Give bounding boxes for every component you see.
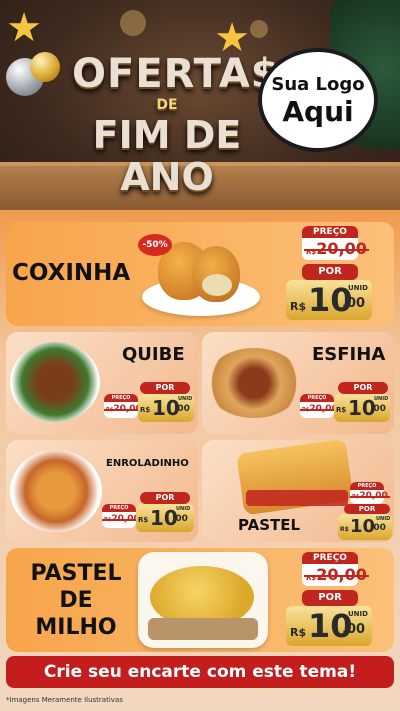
basket bbox=[148, 618, 258, 640]
preco-label: PREÇO bbox=[302, 552, 358, 564]
logo-placeholder: Sua Logo Aqui bbox=[258, 48, 378, 152]
enroladinho-image bbox=[10, 450, 102, 532]
preco-label: PREÇO bbox=[350, 482, 384, 490]
unid-label: UNID bbox=[176, 506, 191, 512]
header-banner: ★ ★ OFERTA$ DE FIM DE ANO Sua Logo Aqui bbox=[0, 0, 400, 210]
quibe-image bbox=[10, 342, 100, 422]
por-label: POR bbox=[338, 382, 388, 394]
title-line-3: FIM DE ANO bbox=[92, 113, 242, 199]
new-price-dec: ,00 bbox=[174, 404, 190, 414]
unid-label: UNID bbox=[178, 396, 193, 402]
currency: R$ bbox=[138, 516, 149, 524]
por-label: POR bbox=[302, 264, 358, 280]
product-card-coxinha[interactable]: COXINHA PREÇO R$20,00 POR R$ 10 ,00 UNID bbox=[6, 222, 394, 326]
old-price: R$20,00 bbox=[350, 491, 390, 501]
old-price-tag: PREÇO R$20,00 bbox=[300, 394, 340, 418]
currency: R$ bbox=[290, 626, 307, 639]
new-price-dec: ,00 bbox=[342, 622, 366, 637]
product-card-enroladinho[interactable]: ENROLADINHO POR PREÇO R$20,00 R$ 10 ,00 … bbox=[6, 440, 198, 542]
new-price-tag: R$ 10 ,00 UNID bbox=[334, 394, 390, 422]
title-line-2: DE bbox=[156, 97, 178, 113]
new-price-dec: ,00 bbox=[342, 296, 366, 311]
product-name: ENROLADINHO bbox=[106, 458, 189, 469]
old-price-value: 20,00 bbox=[359, 491, 388, 501]
footnote: *Imagens Meramente Ilustrativas bbox=[6, 696, 123, 704]
cta-banner[interactable]: Crie seu encarte com este tema! bbox=[6, 656, 394, 688]
logo-line-2: Aqui bbox=[282, 95, 354, 128]
discount-badge: -50% bbox=[138, 234, 172, 256]
preco-label: PREÇO bbox=[104, 394, 138, 402]
preco-label: PREÇO bbox=[102, 504, 136, 512]
currency: R$ bbox=[290, 300, 307, 313]
old-price: R$20,00 bbox=[304, 239, 369, 258]
old-price: R$20,00 bbox=[102, 514, 142, 524]
product-card-pastel[interactable]: PASTEL PREÇO R$20,00 POR R$ 10 ,00 UNID bbox=[202, 438, 394, 542]
preco-label: PREÇO bbox=[302, 226, 358, 238]
new-price-tag: R$ 10 ,00 UNID bbox=[338, 514, 392, 540]
basket bbox=[246, 490, 348, 506]
por-label: POR bbox=[344, 504, 390, 514]
unid-label: UNID bbox=[376, 516, 391, 522]
old-price-value: 20,00 bbox=[316, 239, 367, 258]
old-price-tag: PREÇO R$20,00 bbox=[350, 482, 390, 504]
por-label: POR bbox=[140, 382, 190, 394]
bokeh-light bbox=[250, 20, 268, 38]
new-price-dec: ,00 bbox=[370, 523, 386, 533]
currency: R$ bbox=[306, 574, 317, 582]
new-price-dec: ,00 bbox=[172, 514, 188, 524]
star-icon: ★ bbox=[6, 5, 42, 51]
currency: R$ bbox=[306, 248, 317, 256]
ornament-gold bbox=[30, 52, 60, 82]
page-title: OFERTA$ DE FIM DE ANO bbox=[72, 51, 280, 199]
logo-line-1: Sua Logo bbox=[271, 74, 365, 95]
por-label: POR bbox=[140, 492, 190, 504]
product-card-esfiha[interactable]: ESFIHA POR PREÇO R$20,00 R$ 10 ,00 UNID bbox=[202, 332, 394, 434]
old-price: R$20,00 bbox=[304, 565, 369, 584]
product-name-line-3: MILHO bbox=[35, 615, 117, 640]
old-price-value: 20,00 bbox=[316, 565, 367, 584]
product-name: ESFIHA bbox=[312, 344, 386, 365]
coxinha-filling bbox=[202, 274, 232, 296]
bokeh-light bbox=[120, 10, 146, 36]
currency: R$ bbox=[340, 526, 349, 533]
old-price-tag: PREÇO R$20,00 bbox=[302, 226, 369, 260]
unid-label: UNID bbox=[374, 396, 389, 402]
unid-label: UNID bbox=[348, 284, 368, 292]
new-price-tag: R$ 10 ,00 UNID bbox=[136, 504, 194, 532]
product-name-line-1: PASTEL bbox=[30, 561, 122, 586]
old-price-tag: PREÇO R$20,00 bbox=[102, 504, 142, 528]
product-card-quibe[interactable]: QUIBE POR PREÇO R$20,00 R$ 10 ,00 UNID bbox=[6, 332, 198, 434]
product-name: QUIBE bbox=[122, 344, 185, 365]
old-price-tag: PREÇO R$20,00 bbox=[302, 552, 369, 586]
product-name-line-2: DE bbox=[59, 588, 93, 613]
old-price: R$20,00 bbox=[300, 404, 340, 414]
currency: R$ bbox=[336, 406, 347, 414]
new-price-tag: R$ 10 ,00 UNID bbox=[286, 606, 372, 646]
esfiha-image bbox=[206, 348, 302, 418]
por-label: POR bbox=[302, 590, 358, 606]
unid-label: UNID bbox=[348, 610, 368, 618]
new-price-tag: R$ 10 ,00 UNID bbox=[286, 280, 372, 320]
product-name: PASTEL bbox=[238, 516, 301, 534]
product-name: COXINHA bbox=[12, 260, 131, 286]
title-line-1: OFERTA$ bbox=[72, 51, 280, 97]
product-name: PASTEL DE MILHO bbox=[26, 560, 126, 641]
new-price-dec: ,00 bbox=[370, 404, 386, 414]
currency: R$ bbox=[140, 406, 151, 414]
old-price: R$20,00 bbox=[104, 404, 144, 414]
old-price-tag: PREÇO R$20,00 bbox=[104, 394, 144, 418]
new-price-tag: R$ 10 ,00 UNID bbox=[138, 394, 194, 422]
preco-label: PREÇO bbox=[300, 394, 334, 402]
product-card-pastel-de-milho[interactable]: PASTEL DE MILHO PREÇO R$20,00 POR R$ 10 … bbox=[6, 548, 394, 652]
